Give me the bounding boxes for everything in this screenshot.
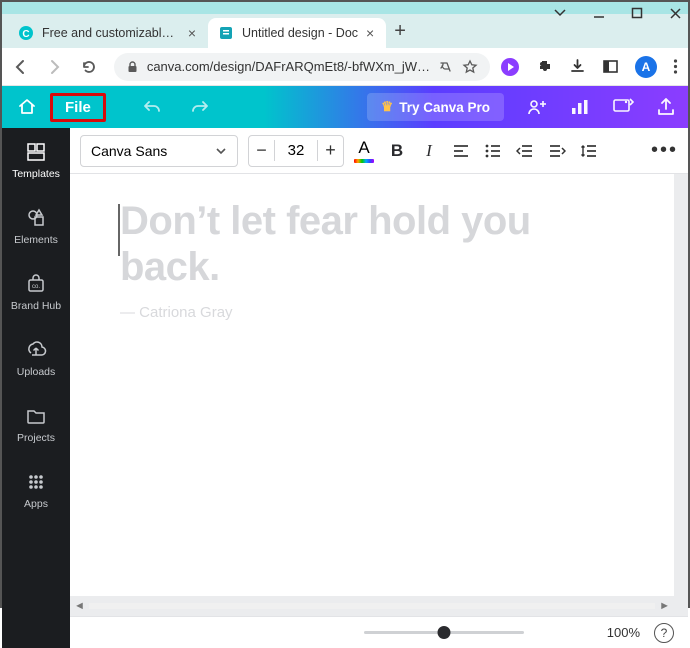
- scroll-track[interactable]: [89, 603, 655, 609]
- increase-button[interactable]: +: [317, 140, 343, 161]
- uploads-icon: [25, 338, 47, 362]
- try-pro-label: Try Canva Pro: [399, 100, 490, 115]
- horizontal-scrollbar[interactable]: ◄ ►: [70, 598, 674, 614]
- outdent-icon[interactable]: [516, 143, 534, 159]
- sidebar-item-apps[interactable]: Apps: [2, 466, 70, 514]
- translate-icon[interactable]: [438, 59, 454, 75]
- sidebar-item-label: Apps: [24, 498, 48, 510]
- window-close-icon[interactable]: [669, 7, 682, 20]
- font-family-select[interactable]: Canva Sans: [80, 135, 238, 167]
- more-options-button[interactable]: •••: [651, 139, 678, 162]
- browser-tab-active[interactable]: Untitled design - Doc ×: [208, 18, 386, 48]
- sidebar-item-elements[interactable]: Elements: [2, 202, 70, 250]
- try-canva-pro-button[interactable]: ♛ Try Canva Pro: [367, 93, 504, 121]
- placeholder-author[interactable]: — Catriona Gray: [120, 304, 624, 321]
- file-menu-button[interactable]: File: [50, 93, 106, 122]
- present-icon[interactable]: [612, 97, 634, 117]
- maximize-icon[interactable]: [631, 7, 643, 19]
- canvas-area: Don’t let fear hold you back. — Catriona…: [70, 174, 688, 616]
- chevron-down-icon[interactable]: [553, 6, 567, 20]
- play-icon[interactable]: [500, 57, 520, 77]
- tab-label: Free and customizable Instag: [42, 26, 180, 40]
- projects-icon: [25, 404, 47, 428]
- bullet-list-icon[interactable]: [484, 143, 502, 159]
- sidebar-item-label: Brand Hub: [11, 300, 61, 312]
- sidebar-item-templates[interactable]: Templates: [2, 136, 70, 184]
- document-page[interactable]: Don’t let fear hold you back. — Catriona…: [70, 174, 674, 596]
- sidebar-item-projects[interactable]: Projects: [2, 400, 70, 448]
- insights-icon[interactable]: [570, 98, 590, 116]
- text-color-a: A: [358, 138, 369, 158]
- home-button[interactable]: [10, 90, 44, 124]
- star-icon[interactable]: [462, 59, 478, 75]
- decrease-button[interactable]: −: [249, 140, 275, 161]
- lock-icon: [126, 60, 139, 73]
- crown-icon: ♛: [381, 99, 393, 115]
- line-spacing-icon[interactable]: [580, 143, 598, 159]
- sidebar-item-label: Templates: [12, 168, 60, 180]
- apps-icon: [25, 470, 47, 494]
- text-toolbar: Canva Sans − 32 + A B I: [70, 128, 688, 174]
- sidebar-item-label: Elements: [14, 234, 58, 246]
- kebab-menu-icon[interactable]: [673, 58, 678, 75]
- bold-button[interactable]: B: [384, 137, 410, 165]
- svg-text:co.: co.: [32, 284, 40, 290]
- scroll-right-icon[interactable]: ►: [659, 600, 670, 612]
- zoom-slider[interactable]: [364, 631, 524, 634]
- url-text: canva.com/design/DAFrARQmEt8/-bfWXm_jW…: [147, 59, 430, 74]
- close-icon[interactable]: ×: [188, 25, 196, 41]
- text-caret: [118, 204, 120, 256]
- font-name: Canva Sans: [91, 143, 167, 159]
- sidebar-item-label: Uploads: [17, 366, 56, 378]
- sidebar: Templates Elements co. Brand Hub Uploads…: [2, 128, 70, 648]
- canva-doc-favicon: [218, 25, 234, 41]
- italic-button[interactable]: I: [416, 137, 442, 165]
- app-header: File ♛ Try Canva Pro: [2, 86, 688, 128]
- elements-icon: [25, 206, 47, 230]
- browser-tabstrip: C Free and customizable Instag × Untitle…: [2, 14, 688, 48]
- canva-favicon: C: [18, 25, 34, 41]
- browser-toolbar: canva.com/design/DAFrARQmEt8/-bfWXm_jW… …: [2, 48, 688, 86]
- chevron-down-icon: [215, 145, 227, 157]
- rainbow-bar: [354, 159, 374, 163]
- help-button[interactable]: ?: [654, 623, 674, 643]
- new-tab-button[interactable]: +: [386, 20, 414, 43]
- placeholder-quote[interactable]: Don’t let fear hold you back.: [120, 198, 624, 290]
- share-icon[interactable]: [656, 97, 676, 117]
- address-bar[interactable]: canva.com/design/DAFrARQmEt8/-bfWXm_jW…: [114, 53, 490, 81]
- extensions-icon[interactable]: [536, 58, 553, 75]
- reload-button[interactable]: [80, 58, 104, 76]
- zoom-level[interactable]: 100%: [607, 625, 640, 640]
- minimize-icon[interactable]: [593, 7, 605, 19]
- templates-icon: [25, 140, 47, 164]
- text-color-button[interactable]: A: [354, 138, 374, 163]
- undo-button[interactable]: [142, 98, 162, 116]
- profile-avatar[interactable]: A: [635, 56, 657, 78]
- sidepanel-icon[interactable]: [602, 58, 619, 75]
- close-icon[interactable]: ×: [366, 25, 374, 41]
- collaborate-icon[interactable]: [526, 97, 548, 117]
- scroll-left-icon[interactable]: ◄: [74, 600, 85, 612]
- back-button[interactable]: [12, 58, 36, 76]
- redo-button[interactable]: [190, 98, 210, 116]
- sidebar-item-label: Projects: [17, 432, 55, 444]
- tab-label: Untitled design - Doc: [242, 26, 358, 40]
- bottom-bar: 100% ?: [70, 616, 688, 648]
- align-left-icon[interactable]: [452, 143, 470, 159]
- sidebar-item-uploads[interactable]: Uploads: [2, 334, 70, 382]
- svg-text:C: C: [22, 29, 29, 40]
- slider-thumb[interactable]: [438, 626, 451, 639]
- indent-icon[interactable]: [548, 143, 566, 159]
- download-icon[interactable]: [569, 58, 586, 75]
- forward-button[interactable]: [46, 58, 70, 76]
- brandhub-icon: co.: [25, 272, 47, 296]
- browser-tab-inactive[interactable]: C Free and customizable Instag ×: [8, 18, 208, 48]
- font-size-value[interactable]: 32: [275, 142, 317, 159]
- font-size-stepper[interactable]: − 32 +: [248, 135, 344, 167]
- sidebar-item-brandhub[interactable]: co. Brand Hub: [2, 268, 70, 316]
